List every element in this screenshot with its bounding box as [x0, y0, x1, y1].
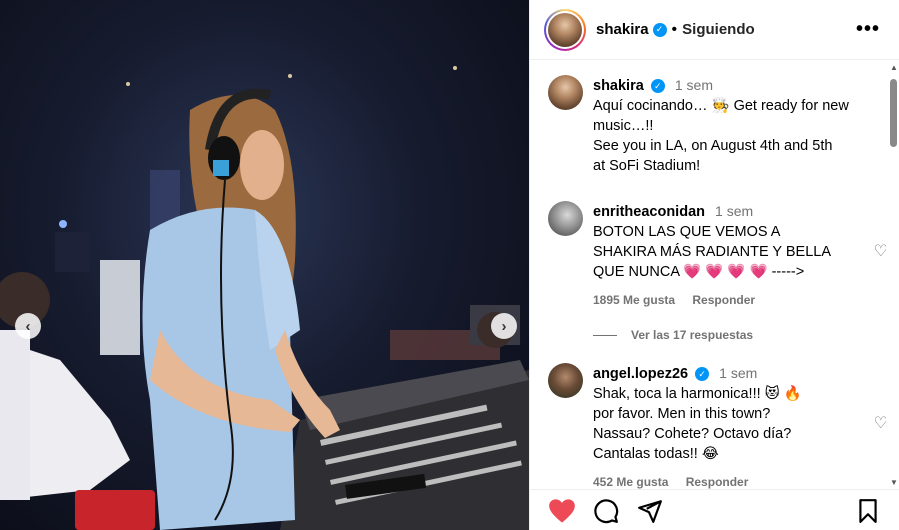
comment-text-line: Shak, toca la harmonica!!! 😻 🔥 [593, 386, 802, 402]
view-replies-label: Ver las 17 respuestas [631, 328, 754, 342]
avatar[interactable] [548, 75, 583, 110]
scroll-down-arrow-icon[interactable]: ▼ [890, 478, 898, 487]
like-comment-heart-icon[interactable]: ♡ [874, 241, 886, 261]
comment-icon[interactable] [593, 498, 619, 529]
next-image-button[interactable]: › [491, 313, 517, 339]
reply-button[interactable]: Responder [692, 293, 755, 307]
caption-text-line: Aquí cocinando… 🧑‍🍳 Get ready for new [593, 98, 849, 114]
post-header: shakira ✓ • Siguiendo ••• [530, 0, 899, 60]
comments-scrollbar[interactable]: ▲ ▼ [887, 61, 899, 489]
post-actions-bar [530, 489, 899, 530]
comment-text-line: QUE NUNCA [593, 264, 684, 280]
like-comment-heart-icon[interactable]: ♡ [874, 413, 886, 433]
bookmark-icon[interactable] [856, 498, 880, 529]
comment-likes-count[interactable]: 1895 Me gusta [593, 293, 675, 307]
reply-button[interactable]: Responder [686, 475, 749, 489]
previous-image-button[interactable]: ‹ [15, 313, 41, 339]
avatar[interactable] [548, 201, 583, 236]
comment-text-line: por favor. Men in this town? [593, 406, 771, 422]
scroll-up-arrow-icon[interactable]: ▲ [890, 63, 898, 72]
separator-dot: • [671, 20, 678, 38]
comment-text-tail: -----> [767, 264, 805, 280]
replies-divider [593, 334, 617, 336]
more-options-icon[interactable]: ••• [856, 18, 880, 41]
avatar[interactable] [548, 363, 583, 398]
caption-time[interactable]: 1 sem [675, 77, 713, 93]
profile-story-ring[interactable] [544, 8, 586, 51]
hearts-emoji: 💗 💗 💗 💗 [683, 264, 768, 280]
studio-scene-illustration [0, 66, 529, 530]
heart-filled-icon[interactable] [548, 498, 576, 529]
view-replies-button[interactable]: Ver las 17 respuestas [593, 328, 753, 342]
comment-time[interactable]: 1 sem [719, 365, 757, 381]
avatar [548, 12, 582, 47]
caption-text-line: See you in LA, on August 4th and 5th [593, 138, 833, 154]
comment-text-line: Nassau? Cohete? Octavo día? [593, 426, 792, 442]
following-button[interactable]: Siguiendo [682, 21, 755, 38]
comment-likes-count[interactable]: 452 Me gusta [593, 475, 668, 489]
verified-badge-icon: ✓ [650, 79, 665, 94]
caption-username[interactable]: shakira [593, 78, 644, 94]
comment-time[interactable]: 1 sem [715, 203, 753, 219]
comment-username[interactable]: angel.lopez26 [593, 366, 688, 382]
comment-username[interactable]: enritheaconidan [593, 204, 705, 220]
scrollbar-thumb[interactable] [890, 79, 897, 147]
caption-text-line: at SoFi Stadium! [593, 158, 701, 174]
send-icon[interactable] [637, 498, 663, 529]
comment-text-line: Cantalas todas!! 😂 [593, 446, 719, 462]
verified-badge-icon: ✓ [695, 367, 710, 382]
post-username[interactable]: shakira [596, 21, 649, 38]
post-photo: ‹ › [0, 0, 529, 530]
comment-text-line: SHAKIRA MÁS RADIANTE Y BELLA [593, 244, 831, 260]
comment-text-line: BOTON LAS QUE VEMOS A [593, 224, 781, 240]
verified-badge-icon: ✓ [652, 22, 667, 37]
comments-list[interactable]: shakira ✓ 1 sem Aquí cocinando… 🧑‍🍳 Get … [530, 61, 886, 489]
caption-text-line: music…!! [593, 118, 654, 134]
post-details-panel: shakira ✓ • Siguiendo ••• shakira ✓ 1 se… [529, 0, 899, 530]
